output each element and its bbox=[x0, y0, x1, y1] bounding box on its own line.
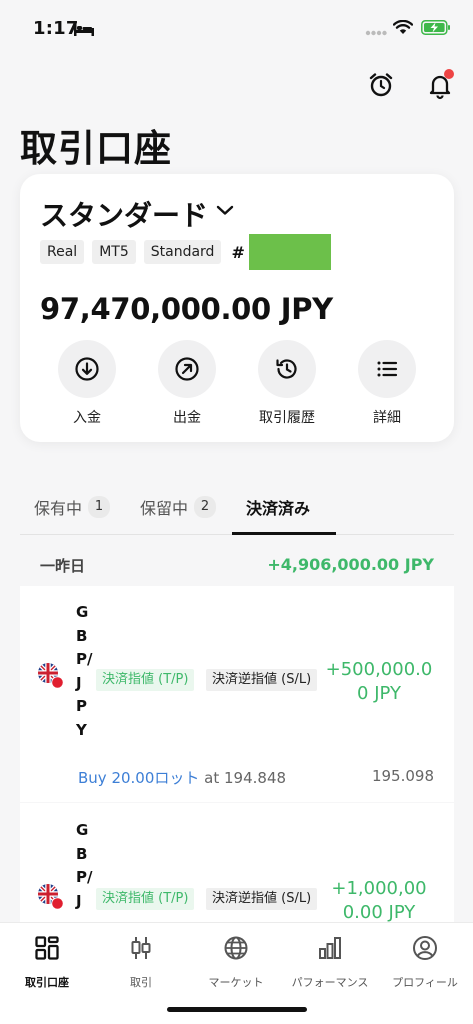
tp-badge: 決済指値 (T/P) bbox=[96, 888, 195, 910]
nav-profile[interactable]: プロフィール bbox=[378, 935, 472, 990]
battery-charging-icon bbox=[421, 20, 450, 35]
positions-tabs: 保有中 1 保留中 2 決済済み bbox=[20, 495, 454, 535]
bar-chart-icon bbox=[319, 937, 341, 959]
notification-dot bbox=[444, 69, 454, 79]
tag-platform: MT5 bbox=[92, 240, 136, 264]
tab-pending-count: 2 bbox=[194, 496, 217, 518]
tag-real: Real bbox=[40, 240, 85, 264]
nav-accounts[interactable]: 取引口座 bbox=[0, 935, 94, 990]
page-title: 取引口座 bbox=[20, 127, 172, 170]
sl-badge: 決済逆指値 (S/L) bbox=[206, 669, 318, 691]
candlestick-icon bbox=[131, 937, 151, 959]
active-tab-indicator bbox=[232, 532, 336, 535]
signal-dots-icon bbox=[365, 30, 387, 36]
nav-trade-label: 取引 bbox=[130, 976, 152, 989]
account-number-prefix: # bbox=[231, 242, 245, 262]
withdraw-label: 出金 bbox=[173, 410, 201, 426]
history-icon bbox=[276, 359, 297, 379]
account-tags: Real MT5 Standard # bbox=[40, 234, 331, 270]
tab-open-count: 1 bbox=[88, 496, 111, 518]
tab-open-positions[interactable]: 保有中 1 bbox=[34, 495, 111, 519]
details-button[interactable]: 詳細 bbox=[347, 340, 427, 427]
history-label: 取引履歴 bbox=[259, 410, 315, 426]
withdraw-button[interactable]: 出金 bbox=[147, 340, 227, 427]
uk-flag-icon bbox=[38, 884, 64, 910]
globe-icon bbox=[224, 936, 248, 960]
day-label: 一昨日 bbox=[40, 557, 86, 575]
withdraw-icon bbox=[175, 357, 199, 381]
history-button[interactable]: 取引履歴 bbox=[247, 340, 327, 427]
wifi-icon bbox=[393, 20, 413, 34]
trade-close-price: 195.098 bbox=[371, 767, 434, 785]
nav-performance[interactable]: パフォーマンス bbox=[283, 935, 377, 990]
tab-closed-label: 決済済み bbox=[246, 499, 311, 518]
details-label: 詳細 bbox=[373, 410, 401, 426]
tag-account-type: Standard bbox=[143, 240, 222, 264]
list-icon bbox=[377, 361, 398, 377]
trade-symbol: GBP/J bbox=[76, 821, 93, 910]
uk-flag-icon bbox=[38, 663, 64, 689]
dashboard-icon bbox=[35, 936, 59, 960]
tab-closed-positions[interactable]: 決済済み bbox=[246, 495, 310, 519]
trade-profit: +1,000,000.00 JPY bbox=[331, 878, 427, 923]
tab-pending-orders[interactable]: 保留中 2 bbox=[140, 495, 217, 519]
trade-open-price: at 194.848 bbox=[199, 769, 287, 787]
trade-row[interactable]: GBP/J 決済指値 (T/P) 決済逆指値 (S/L) +1,000,000.… bbox=[20, 803, 454, 933]
alarm-clock-icon[interactable] bbox=[366, 70, 396, 100]
nav-performance-label: パフォーマンス bbox=[291, 976, 369, 989]
nav-markets-label: マーケット bbox=[208, 976, 264, 989]
nav-accounts-label: 取引口座 bbox=[25, 976, 69, 989]
trade-row[interactable]: GBP/JPY 決済指値 (T/P) 決済逆指値 (S/L) +500,000.… bbox=[20, 586, 454, 802]
tab-open-label: 保有中 bbox=[34, 499, 83, 518]
bed-icon bbox=[74, 24, 94, 36]
nav-markets[interactable]: マーケット bbox=[189, 935, 283, 990]
deposit-button[interactable]: 入金 bbox=[47, 340, 127, 427]
day-total-profit: +4,906,000.00 JPY bbox=[267, 555, 434, 574]
day-group-header: 一昨日 +4,906,000.00 JPY bbox=[40, 555, 434, 576]
home-indicator bbox=[167, 1007, 307, 1012]
trade-profit: +500,000.00 JPY bbox=[325, 659, 433, 704]
deposit-icon bbox=[75, 357, 99, 381]
tab-pending-label: 保留中 bbox=[140, 499, 189, 518]
chevron-down-icon[interactable] bbox=[216, 204, 234, 216]
account-card: スタンダード Real MT5 Standard # 97,470,000.00… bbox=[20, 174, 454, 442]
account-actions: 入金 出金 取引履歴 詳細 bbox=[47, 340, 427, 427]
nav-trade[interactable]: 取引 bbox=[94, 935, 188, 990]
status-bar: 1:17 bbox=[0, 0, 473, 56]
trade-direction: Buy 20.00ロット bbox=[78, 769, 200, 787]
profile-icon bbox=[413, 936, 437, 960]
trade-symbol: GBP/JPY bbox=[76, 603, 93, 739]
tp-badge: 決済指値 (T/P) bbox=[96, 669, 195, 691]
deposit-label: 入金 bbox=[73, 410, 101, 426]
nav-profile-label: プロフィール bbox=[392, 976, 458, 989]
account-balance: 97,470,000.00 JPY bbox=[40, 292, 333, 326]
trade-open-info: Buy 20.00ロット at 194.848 bbox=[78, 767, 286, 788]
account-number-redacted bbox=[248, 234, 331, 270]
sl-badge: 決済逆指値 (S/L) bbox=[206, 888, 318, 910]
account-name[interactable]: スタンダード bbox=[40, 194, 208, 234]
status-time: 1:17 bbox=[33, 18, 79, 39]
